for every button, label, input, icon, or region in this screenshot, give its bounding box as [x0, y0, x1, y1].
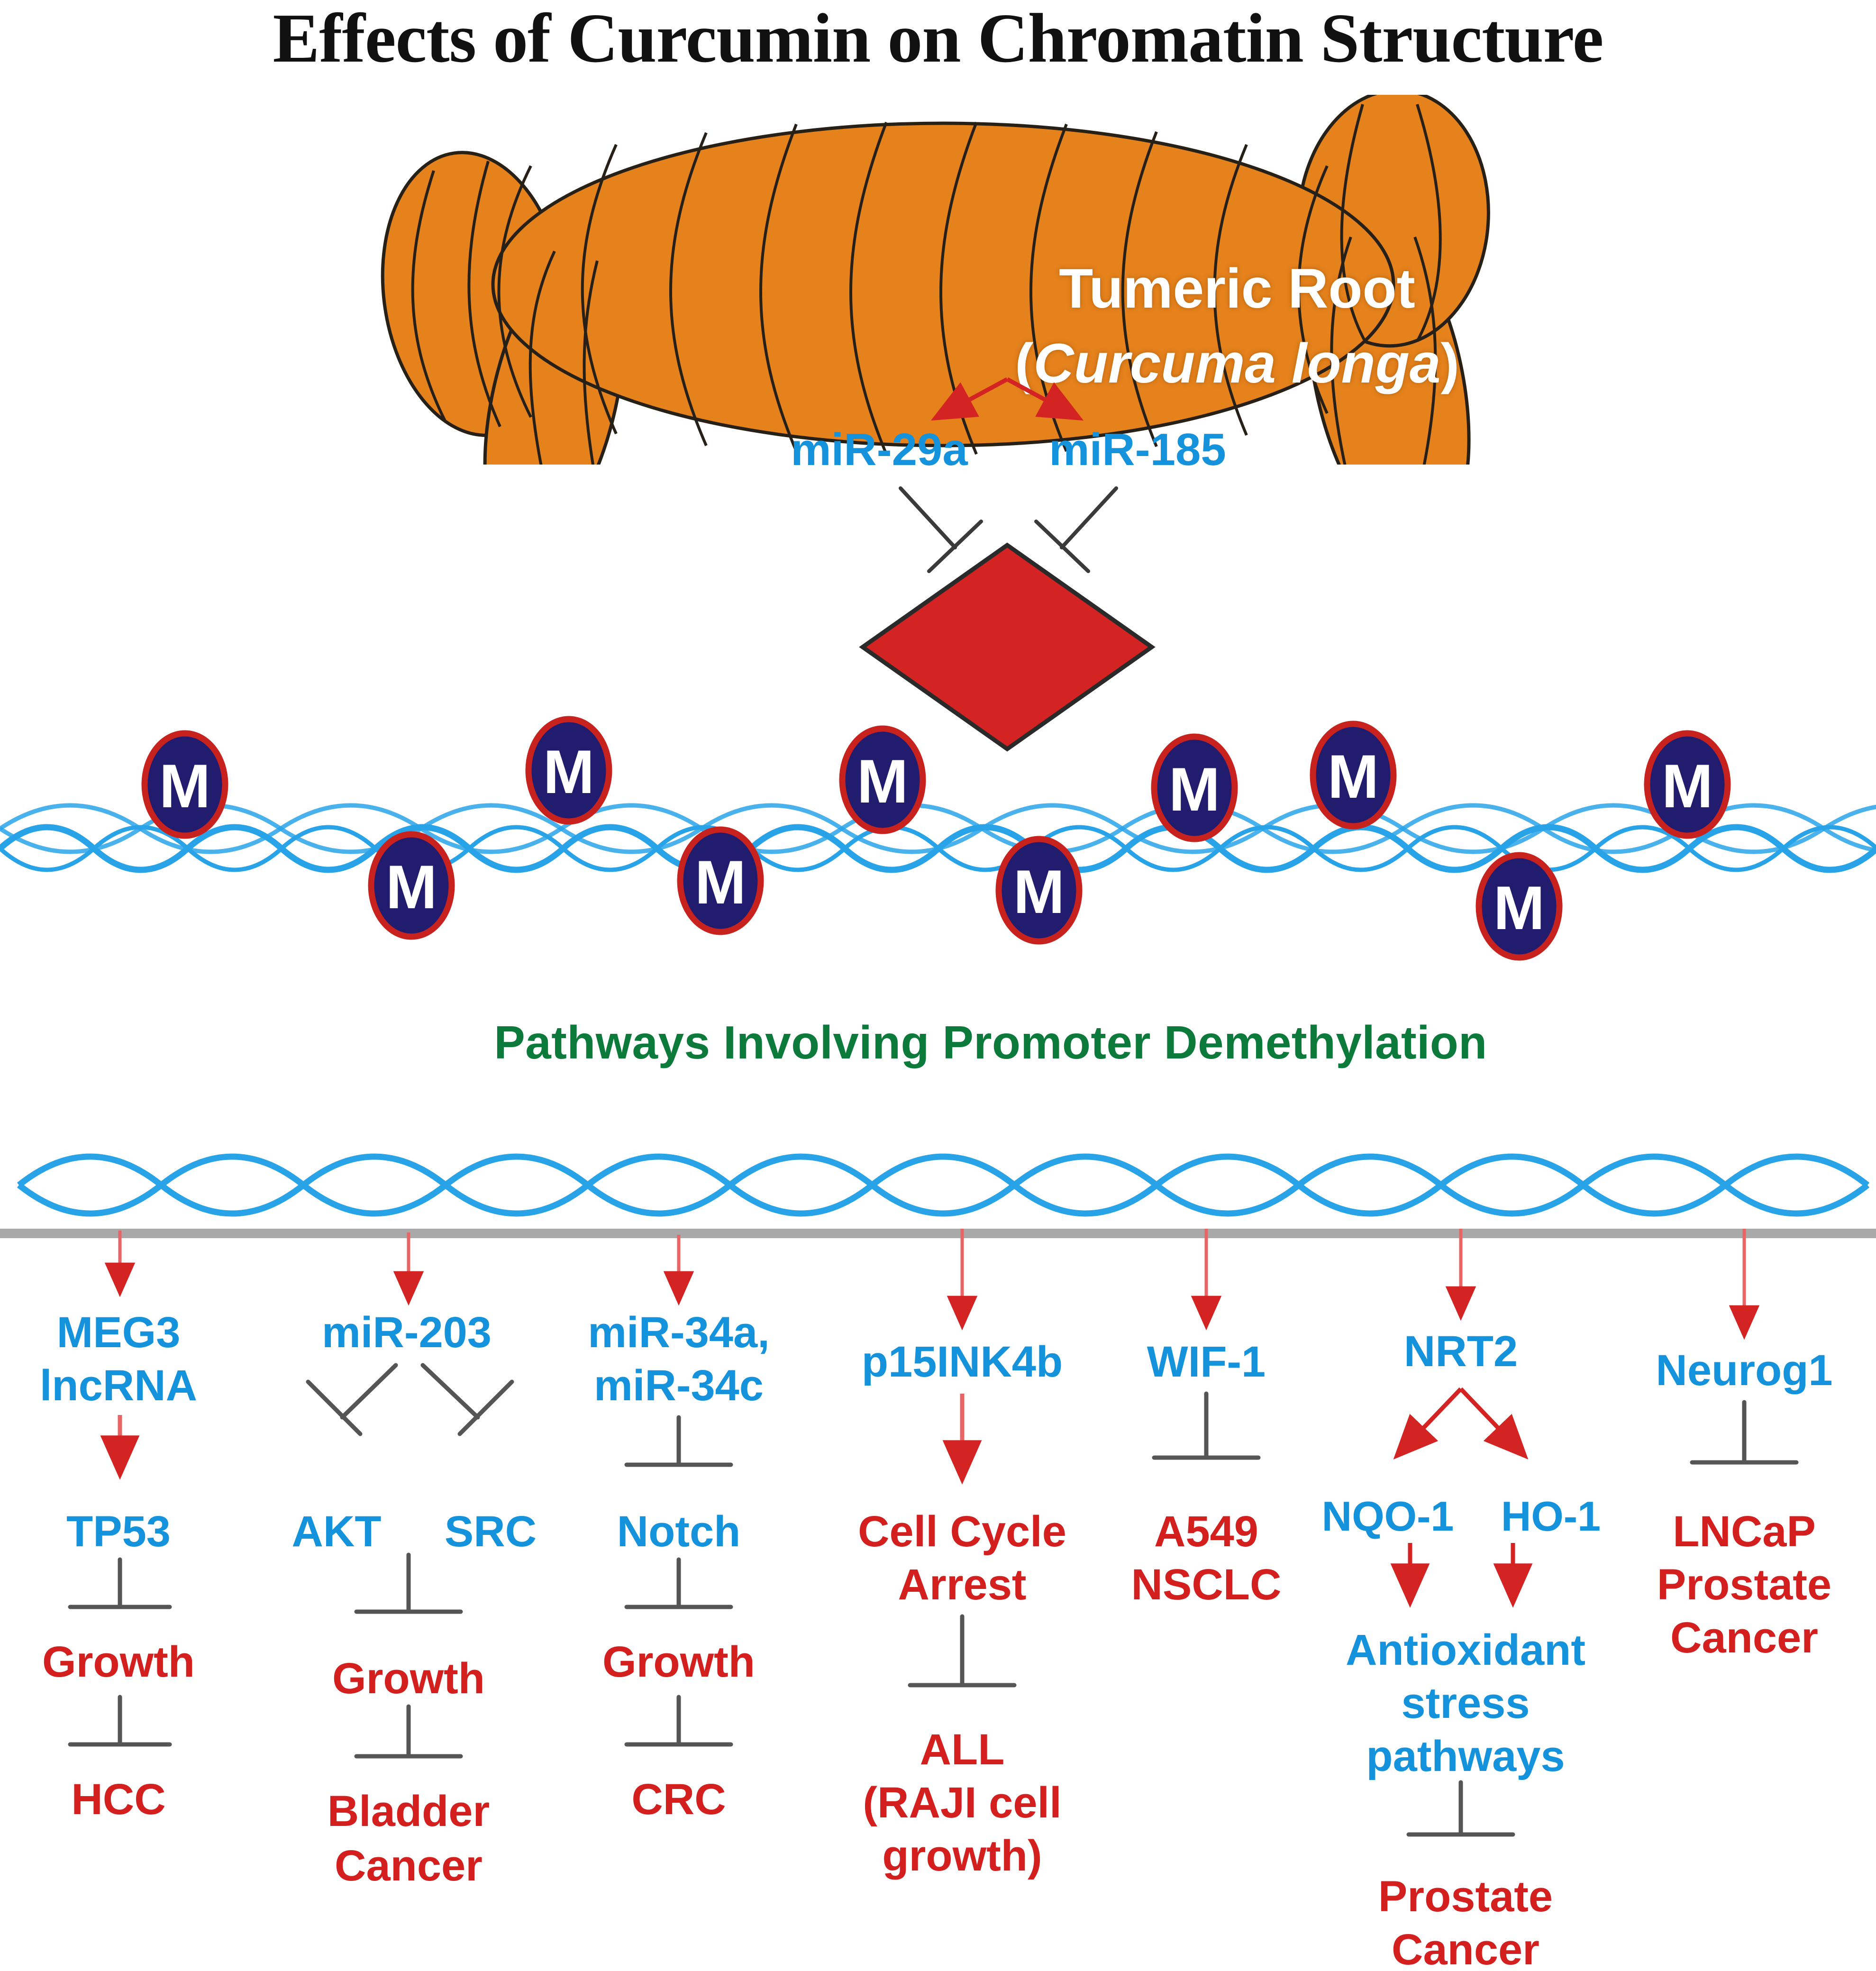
node-growth-col3[interactable]: Growth	[602, 1638, 755, 1687]
methyl-marker: M	[1310, 721, 1397, 830]
col3-links	[624, 1415, 733, 1747]
node-all-detail-l2[interactable]: growth)	[882, 1832, 1042, 1880]
dna-strand-methylated	[0, 803, 1876, 873]
node-mir-34c[interactable]: miR-34c	[594, 1361, 764, 1410]
node-mir-203[interactable]: miR-203	[322, 1308, 492, 1357]
node-dnmt-label: DNMT	[935, 584, 1080, 639]
methyl-marker: M	[525, 716, 612, 825]
node-bladder-cancer-l2[interactable]: Cancer	[335, 1842, 483, 1890]
node-bladder-cancer-l1[interactable]: Bladder	[328, 1787, 490, 1836]
mirna-inhibition-bars	[899, 486, 1118, 573]
node-nqo-1[interactable]: NQO-1	[1322, 1493, 1454, 1540]
node-notch[interactable]: Notch	[617, 1507, 741, 1556]
turmeric-root-illustration: Tumeric Root (Curcuma longa)	[332, 95, 1564, 465]
node-mir-29a[interactable]: miR-29a	[791, 424, 968, 475]
page-title: Effects of Curcumin on Chromatin Structu…	[273, 0, 1604, 77]
svg-text:M: M	[1662, 751, 1713, 821]
node-antioxidant-l3[interactable]: pathways	[1366, 1732, 1565, 1781]
svg-text:M: M	[543, 737, 594, 806]
col1-links	[68, 1415, 172, 1747]
dna-strand-demethylated	[17, 1153, 1870, 1217]
node-cell-cycle-arrest-l2[interactable]: Arrest	[898, 1560, 1026, 1609]
node-mir-185[interactable]: miR-185	[1049, 424, 1226, 475]
node-nsclc[interactable]: NSCLC	[1131, 1560, 1282, 1609]
node-all[interactable]: ALL	[920, 1725, 1005, 1774]
node-growth-col2[interactable]: Growth	[332, 1654, 485, 1703]
promoter-baseline	[0, 1229, 1876, 1238]
methyl-marker: M	[1151, 733, 1238, 842]
node-lncrna[interactable]: lncRNA	[40, 1361, 197, 1410]
methyl-marker: M	[141, 730, 228, 839]
methyl-marker: M	[677, 826, 764, 935]
svg-text:M: M	[1169, 755, 1220, 824]
svg-text:M: M	[857, 747, 908, 816]
node-a549[interactable]: A549	[1154, 1507, 1258, 1556]
node-lncap[interactable]: LNCaP	[1673, 1507, 1816, 1556]
svg-text:M: M	[386, 852, 437, 922]
figure-canvas: Effects of Curcumin on Chromatin Structu…	[0, 0, 1876, 1971]
node-cell-cycle-arrest-l1[interactable]: Cell Cycle	[858, 1507, 1066, 1556]
dnmt-diamond	[859, 542, 1156, 752]
col7-links	[1690, 1400, 1799, 1465]
node-ho-1[interactable]: HO-1	[1501, 1493, 1601, 1540]
svg-text:M: M	[159, 751, 210, 821]
section-heading: Pathways Involving Promoter Demethylatio…	[494, 1016, 1487, 1068]
node-src[interactable]: SRC	[445, 1507, 537, 1556]
node-lncap-cancer[interactable]: Cancer	[1670, 1614, 1818, 1662]
methyl-marker: M	[995, 836, 1083, 945]
node-growth-col1[interactable]: Growth	[42, 1638, 195, 1687]
node-nrt2[interactable]: NRT2	[1404, 1327, 1518, 1376]
methyl-marker: M	[1644, 730, 1731, 839]
node-crc[interactable]: CRC	[631, 1775, 726, 1824]
methyl-marker: M	[1475, 852, 1563, 961]
svg-text:M: M	[695, 848, 746, 917]
node-antioxidant-l1[interactable]: Antioxidant	[1346, 1626, 1585, 1675]
svg-text:M: M	[1328, 742, 1379, 811]
methyl-marker: M	[368, 831, 455, 940]
node-meg3[interactable]: MEG3	[57, 1308, 181, 1357]
root-main-body	[491, 121, 1395, 447]
col5-links	[1152, 1391, 1261, 1460]
node-prostate-cancer-l2[interactable]: Cancer	[1392, 1925, 1539, 1971]
node-tp53[interactable]: TP53	[66, 1507, 171, 1556]
node-mir-34a[interactable]: miR-34a,	[588, 1308, 770, 1357]
methyl-markers: M M M M M M M M M M	[141, 716, 1731, 961]
node-neurog1[interactable]: Neurog1	[1656, 1346, 1832, 1395]
node-p15ink4b[interactable]: p15INK4b	[862, 1338, 1063, 1387]
svg-text:M: M	[1494, 873, 1545, 942]
node-prostate-cancer-l1[interactable]: Prostate	[1378, 1872, 1553, 1921]
node-antioxidant-l2[interactable]: stress	[1401, 1679, 1530, 1728]
svg-text:M: M	[1013, 857, 1065, 926]
node-wif-1[interactable]: WIF-1	[1147, 1338, 1266, 1387]
node-akt[interactable]: AKT	[291, 1507, 381, 1556]
methyl-marker: M	[839, 725, 926, 834]
node-all-detail-l1[interactable]: (RAJI cell	[863, 1779, 1061, 1827]
node-lncap-prostate[interactable]: Prostate	[1657, 1560, 1831, 1609]
node-hcc[interactable]: HCC	[71, 1775, 165, 1824]
